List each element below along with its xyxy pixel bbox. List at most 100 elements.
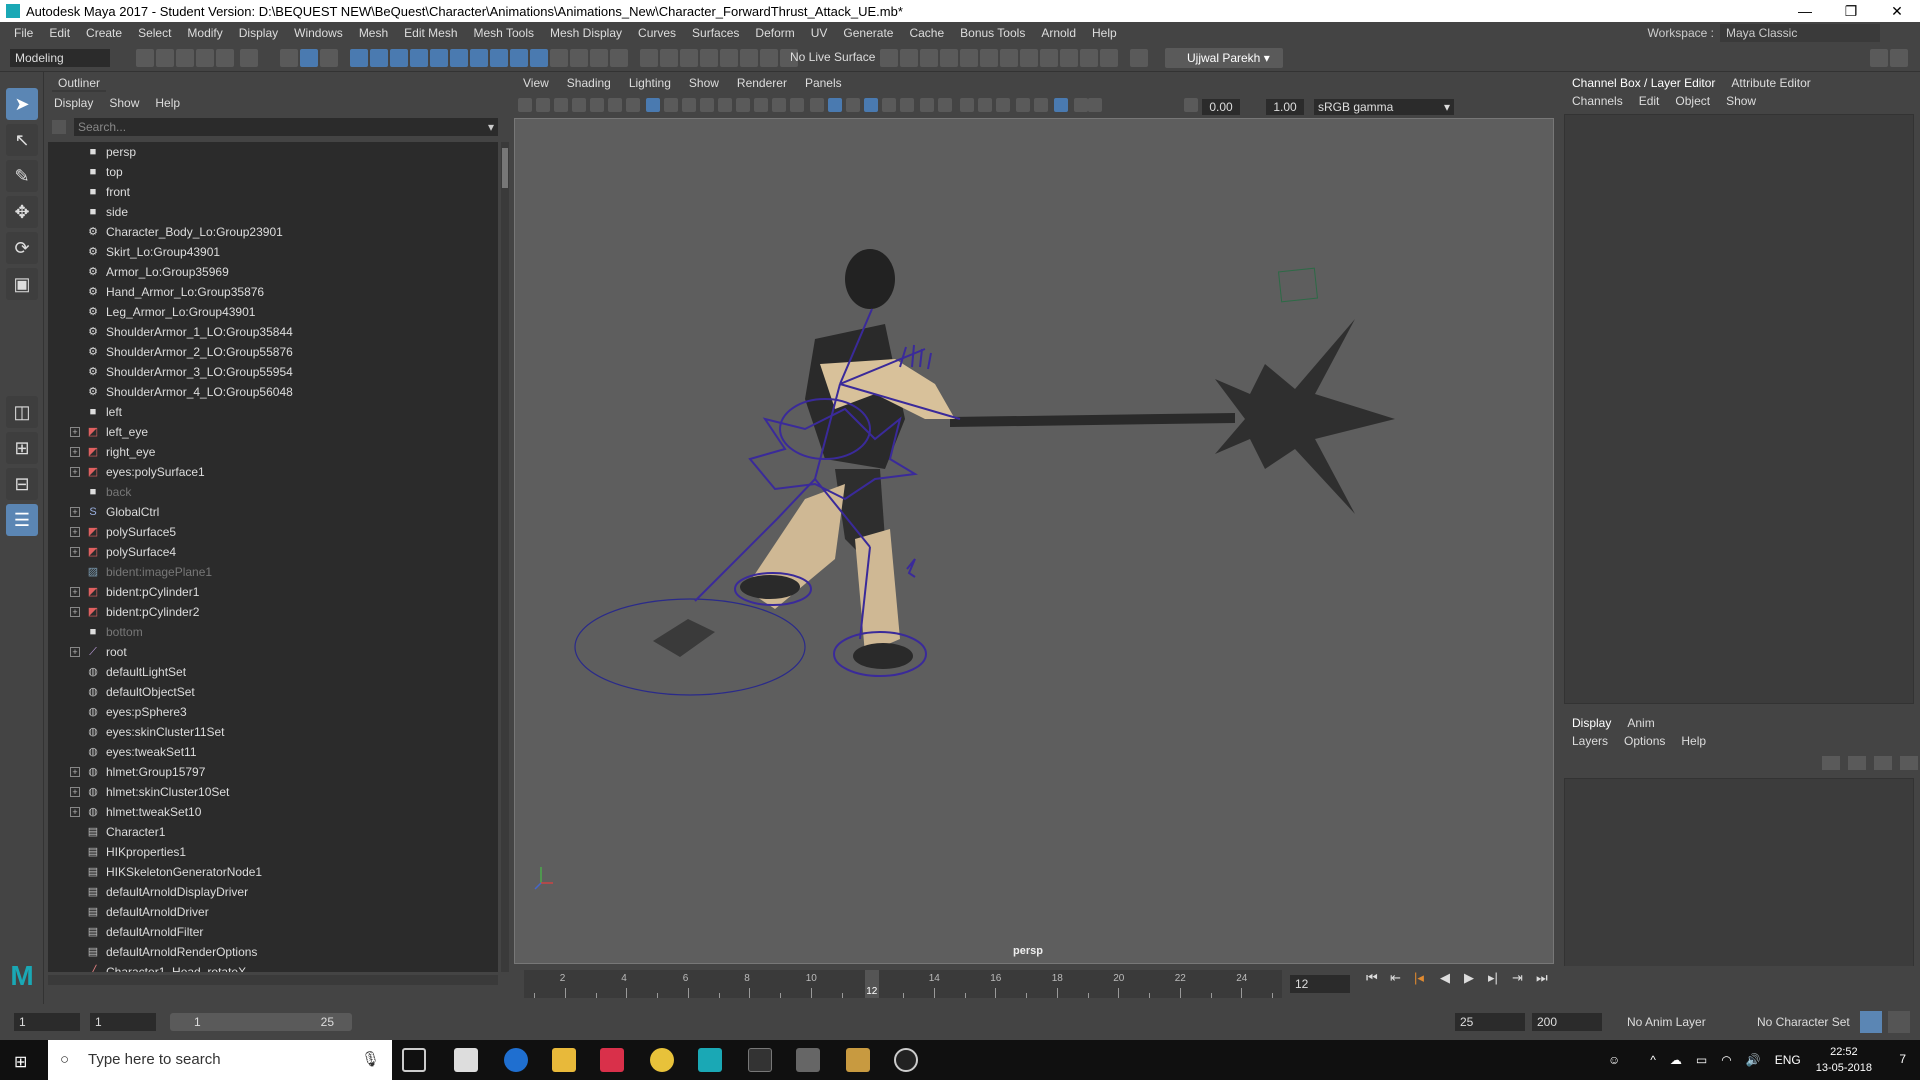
user-account-button[interactable]: Ujjwal Parekh ▾ bbox=[1165, 48, 1283, 68]
status-line-tool-icon[interactable] bbox=[410, 49, 428, 67]
menu-item-curves[interactable]: Curves bbox=[630, 26, 684, 40]
status-line-tool-icon[interactable] bbox=[470, 49, 488, 67]
status-line-tool-icon[interactable] bbox=[700, 49, 718, 67]
menu-item-cache[interactable]: Cache bbox=[901, 26, 952, 40]
outliner-item[interactable]: ◍ defaultObjectSet bbox=[48, 682, 498, 702]
channel-menu-edit[interactable]: Edit bbox=[1631, 94, 1668, 108]
viewport-toolbar-icon[interactable] bbox=[1088, 98, 1102, 112]
menu-item-generate[interactable]: Generate bbox=[835, 26, 901, 40]
outliner-item[interactable]: ⚙ Character_Body_Lo:Group23901 bbox=[48, 222, 498, 242]
time-slider-track[interactable]: 2468101214161820222412 bbox=[524, 970, 1282, 998]
status-line-tool-icon[interactable] bbox=[196, 49, 214, 67]
select-tool-icon[interactable]: ➤ bbox=[6, 88, 38, 120]
rotate-tool-icon[interactable]: ⟳ bbox=[6, 232, 38, 264]
outliner-item[interactable]: ■ top bbox=[48, 162, 498, 182]
status-line-tool-icon[interactable] bbox=[760, 49, 778, 67]
viewport-toolbar-icon[interactable] bbox=[1054, 98, 1068, 112]
expand-toggle-icon[interactable]: + bbox=[70, 587, 80, 597]
status-line-tool-icon[interactable] bbox=[176, 49, 194, 67]
outliner-menu-display[interactable]: Display bbox=[46, 96, 101, 110]
step-back-key-icon[interactable]: ⇤ bbox=[1390, 970, 1401, 986]
start-time-field[interactable]: 1 bbox=[14, 1013, 80, 1031]
close-button[interactable]: ✕ bbox=[1874, 0, 1920, 22]
status-line-tool-icon[interactable] bbox=[640, 49, 658, 67]
outliner-item[interactable]: + ◩ bident:pCylinder2 bbox=[48, 602, 498, 622]
menu-item-bonus-tools[interactable]: Bonus Tools bbox=[952, 26, 1033, 40]
outliner-item[interactable]: ▤ defaultArnoldDriver bbox=[48, 902, 498, 922]
menu-item-mesh-display[interactable]: Mesh Display bbox=[542, 26, 630, 40]
windows-start-icon[interactable]: ⊞ bbox=[14, 1052, 27, 1072]
outliner-item[interactable]: ◍ eyes:skinCluster11Set bbox=[48, 722, 498, 742]
people-icon[interactable]: ☺ bbox=[1608, 1053, 1620, 1067]
move-layer-up-icon[interactable] bbox=[1822, 756, 1840, 770]
maximize-button[interactable]: ❐ bbox=[1828, 0, 1874, 22]
outliner-item[interactable]: ▤ defaultArnoldDisplayDriver bbox=[48, 882, 498, 902]
viewport-toolbar-icon[interactable] bbox=[608, 98, 622, 112]
outliner-item[interactable]: ◍ eyes:tweakSet11 bbox=[48, 742, 498, 762]
menu-item-windows[interactable]: Windows bbox=[286, 26, 351, 40]
status-line-tool-icon[interactable] bbox=[570, 49, 588, 67]
scale-tool-icon[interactable]: ▣ bbox=[6, 268, 38, 300]
colorspace-dropdown[interactable]: sRGB gamma ▾ bbox=[1314, 99, 1454, 115]
status-line-tool-icon[interactable] bbox=[320, 49, 338, 67]
outliner-item[interactable]: ▤ HIKSkeletonGeneratorNode1 bbox=[48, 862, 498, 882]
viewport-toolbar-icon[interactable] bbox=[572, 98, 586, 112]
channel-menu-show[interactable]: Show bbox=[1718, 94, 1764, 108]
viewport-toolbar-icon[interactable] bbox=[736, 98, 750, 112]
status-line-tool-icon[interactable] bbox=[1890, 49, 1908, 67]
auto-key-icon[interactable] bbox=[1860, 1011, 1882, 1033]
viewport-toolbar-icon[interactable] bbox=[590, 98, 604, 112]
outliner-item[interactable]: ■ front bbox=[48, 182, 498, 202]
outliner-item[interactable]: ⚙ ShoulderArmor_1_LO:Group35844 bbox=[48, 322, 498, 342]
viewport-toolbar-icon[interactable] bbox=[772, 98, 786, 112]
status-line-tool-icon[interactable] bbox=[980, 49, 998, 67]
expand-toggle-icon[interactable]: + bbox=[70, 427, 80, 437]
layer-menu-layers[interactable]: Layers bbox=[1564, 734, 1616, 748]
tab-attribute-editor[interactable]: Attribute Editor bbox=[1723, 76, 1818, 90]
outliner-horizontal-scrollbar[interactable] bbox=[48, 975, 498, 985]
viewport-toolbar-icon[interactable] bbox=[536, 98, 550, 112]
status-line-tool-icon[interactable] bbox=[490, 49, 508, 67]
two-pane-layout-icon[interactable]: ⊟ bbox=[6, 468, 38, 500]
action-center-icon[interactable]: 7 bbox=[1899, 1052, 1906, 1066]
menu-item-help[interactable]: Help bbox=[1084, 26, 1125, 40]
outliner-item[interactable]: ⚙ ShoulderArmor_3_LO:Group55954 bbox=[48, 362, 498, 382]
status-line-tool-icon[interactable] bbox=[590, 49, 608, 67]
outliner-item[interactable]: ◍ eyes:pSphere3 bbox=[48, 702, 498, 722]
outliner-item[interactable]: + ◩ polySurface5 bbox=[48, 522, 498, 542]
channel-menu-channels[interactable]: Channels bbox=[1564, 94, 1631, 108]
status-line-tool-icon[interactable] bbox=[530, 49, 548, 67]
outliner-item[interactable]: ▨ bident:imagePlane1 bbox=[48, 562, 498, 582]
outliner-menu-help[interactable]: Help bbox=[147, 96, 188, 110]
step-back-frame-icon[interactable]: |◂ bbox=[1414, 970, 1424, 986]
status-line-tool-icon[interactable] bbox=[940, 49, 958, 67]
status-line-tool-icon[interactable] bbox=[550, 49, 568, 67]
status-line-tool-icon[interactable] bbox=[280, 49, 298, 67]
play-backward-icon[interactable]: ◀ bbox=[1440, 970, 1450, 986]
outliner-item[interactable]: ⚙ Leg_Armor_Lo:Group43901 bbox=[48, 302, 498, 322]
status-line-tool-icon[interactable] bbox=[1040, 49, 1058, 67]
expand-toggle-icon[interactable]: + bbox=[70, 507, 80, 517]
menu-item-deform[interactable]: Deform bbox=[747, 26, 802, 40]
viewport-menu-show[interactable]: Show bbox=[680, 76, 728, 90]
status-line-tool-icon[interactable] bbox=[880, 49, 898, 67]
onedrive-icon[interactable]: ☁ bbox=[1670, 1053, 1682, 1067]
workspace-dropdown[interactable]: Maya Classic bbox=[1720, 24, 1880, 42]
menu-item-display[interactable]: Display bbox=[231, 26, 286, 40]
move-layer-down-icon[interactable] bbox=[1848, 756, 1866, 770]
status-line-tool-icon[interactable] bbox=[430, 49, 448, 67]
new-empty-layer-icon[interactable] bbox=[1874, 756, 1892, 770]
viewport-toolbar-icon[interactable] bbox=[828, 98, 842, 112]
language-indicator[interactable]: ENG bbox=[1775, 1053, 1801, 1067]
outliner-search-input[interactable]: Search... ▾ bbox=[74, 118, 498, 136]
viewport-toolbar-icon[interactable] bbox=[626, 98, 640, 112]
channel-menu-object[interactable]: Object bbox=[1667, 94, 1718, 108]
expand-toggle-icon[interactable]: + bbox=[70, 807, 80, 817]
viewport-toolbar-icon[interactable] bbox=[700, 98, 714, 112]
outliner-item[interactable]: + ◩ polySurface4 bbox=[48, 542, 498, 562]
viewport-menu-shading[interactable]: Shading bbox=[558, 76, 620, 90]
playback-start-field[interactable]: 1 bbox=[90, 1013, 156, 1031]
outliner-item[interactable]: ◍ defaultLightSet bbox=[48, 662, 498, 682]
viewport-menu-view[interactable]: View bbox=[514, 76, 558, 90]
expand-toggle-icon[interactable]: + bbox=[70, 467, 80, 477]
